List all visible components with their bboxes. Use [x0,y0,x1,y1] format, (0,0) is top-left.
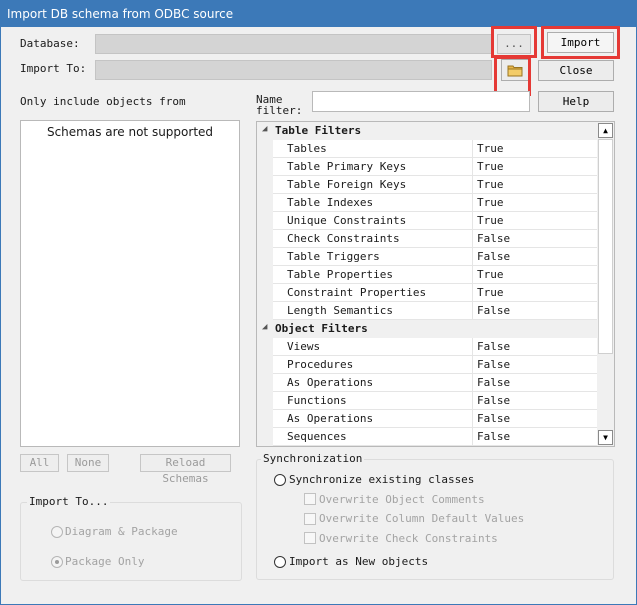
package-only-label: Package Only [65,555,145,568]
filter-name: As Operations [273,374,473,392]
filter-name: Check Constraints [273,230,473,248]
filter-name: Table Indexes [273,194,473,212]
diagram-package-radio[interactable] [51,526,63,538]
schemas-list[interactable]: Schemas are not supported [20,120,240,447]
import-new-label: Import as New objects [289,555,429,568]
filter-name: Views [273,338,473,356]
filter-name: Unique Constraints [273,212,473,230]
table-row[interactable]: Unique Constraints True [257,212,597,230]
name-filter-input[interactable] [312,91,530,112]
filter-value[interactable]: False [473,392,597,410]
filter-name: Tables [273,140,473,158]
database-field[interactable] [95,34,492,54]
title-bar: Import DB schema from ODBC source [1,1,636,27]
object-filters-title: Object Filters [275,322,368,335]
filter-value[interactable]: False [473,356,597,374]
overwrite-checks-checkbox[interactable] [304,532,316,544]
table-filters-title: Table Filters [275,124,362,137]
filter-value[interactable]: True [473,284,597,302]
schemas-message: Schemas are not supported [46,125,214,139]
table-row[interactable]: Functions False [257,392,597,410]
overwrite-checks-label: Overwrite Check Constraints [319,532,498,545]
filter-value[interactable]: False [473,230,597,248]
import-to-group [20,502,242,581]
help-button[interactable]: Help [538,91,614,112]
table-filters-category[interactable]: ◢ Table Filters [257,122,597,140]
filter-name: Table Triggers [273,248,473,266]
table-row[interactable]: As Operations False [257,374,597,392]
filter-value[interactable]: True [473,266,597,284]
scroll-thumb[interactable] [598,139,613,354]
filter-name: As Operations [273,410,473,428]
none-button[interactable]: None [67,454,109,472]
folder-icon [507,65,523,77]
import-to-field[interactable] [95,60,492,80]
filter-name: Functions [273,392,473,410]
filter-value[interactable]: False [473,374,597,392]
reload-schemas-button[interactable]: Reload Schemas [140,454,231,485]
overwrite-comments-checkbox[interactable] [304,493,316,505]
import-button[interactable]: Import [547,32,614,53]
filter-value[interactable]: False [473,302,597,320]
scroll-up-icon[interactable]: ▲ [598,123,613,138]
filter-name: Table Primary Keys [273,158,473,176]
filter-value[interactable]: False [473,248,597,266]
import-to-folder-button[interactable] [501,59,529,81]
table-row[interactable]: Table Primary Keys True [257,158,597,176]
collapse-triangle-icon[interactable]: ◢ [262,124,267,134]
table-row[interactable]: Table Indexes True [257,194,597,212]
overwrite-defaults-checkbox[interactable] [304,513,316,525]
filter-value[interactable]: False [473,428,597,446]
database-label: Database: [20,37,80,50]
filter-value[interactable]: True [473,212,597,230]
filter-name: Length Semantics [273,302,473,320]
filter-property-grid[interactable]: ◢ Table Filters Tables True Table Primary… [256,121,615,447]
all-button[interactable]: All [20,454,59,472]
sync-existing-radio[interactable] [274,474,286,486]
filter-value[interactable]: True [473,194,597,212]
synchronization-title: Synchronization [261,452,365,465]
table-row[interactable]: Table Properties True [257,266,597,284]
filter-value[interactable]: True [473,158,597,176]
filter-name: Sequences [273,428,473,446]
table-row[interactable]: Check Constraints False [257,230,597,248]
filter-value[interactable]: False [473,338,597,356]
filter-name: Constraint Properties [273,284,473,302]
filter-name: Procedures [273,356,473,374]
filter-name: Table Foreign Keys [273,176,473,194]
diagram-package-label: Diagram & Package [65,525,178,538]
import-new-radio[interactable] [274,556,286,568]
scroll-down-icon[interactable]: ▼ [598,430,613,445]
sync-existing-label: Synchronize existing classes [289,473,475,486]
table-row[interactable]: Views False [257,338,597,356]
name-filter-label: Name filter: [256,94,302,116]
table-row[interactable]: Table Triggers False [257,248,597,266]
include-objects-label: Only include objects from [20,95,186,108]
overwrite-defaults-label: Overwrite Column Default Values [319,512,525,525]
import-to-label: Import To: [20,62,87,75]
window-title: Import DB schema from ODBC source [7,7,234,21]
table-row[interactable]: As Operations False [257,410,597,428]
grid-scrollbar[interactable]: ▲ ▼ [597,122,614,446]
table-row[interactable]: Table Foreign Keys True [257,176,597,194]
import-to-group-title: Import To... [27,495,111,508]
table-row[interactable]: Constraint Properties True [257,284,597,302]
object-filters-category[interactable]: ◢ Object Filters [257,320,597,338]
package-only-radio[interactable] [51,556,63,568]
table-row[interactable]: Sequences False [257,428,597,446]
table-row[interactable]: Length Semantics False [257,302,597,320]
database-browse-button[interactable]: ... [497,34,531,54]
filter-name: Table Properties [273,266,473,284]
name-filter-label-line2: filter: [256,104,303,117]
overwrite-comments-label: Overwrite Object Comments [319,493,485,506]
collapse-triangle-icon[interactable]: ◢ [262,322,267,332]
filter-value[interactable]: True [473,176,597,194]
import-db-schema-dialog: Import DB schema from ODBC source Databa… [0,0,637,605]
close-button[interactable]: Close [538,60,614,81]
filter-value[interactable]: True [473,140,597,158]
filter-value[interactable]: False [473,410,597,428]
table-row[interactable]: Tables True [257,140,597,158]
table-row[interactable]: Procedures False [257,356,597,374]
